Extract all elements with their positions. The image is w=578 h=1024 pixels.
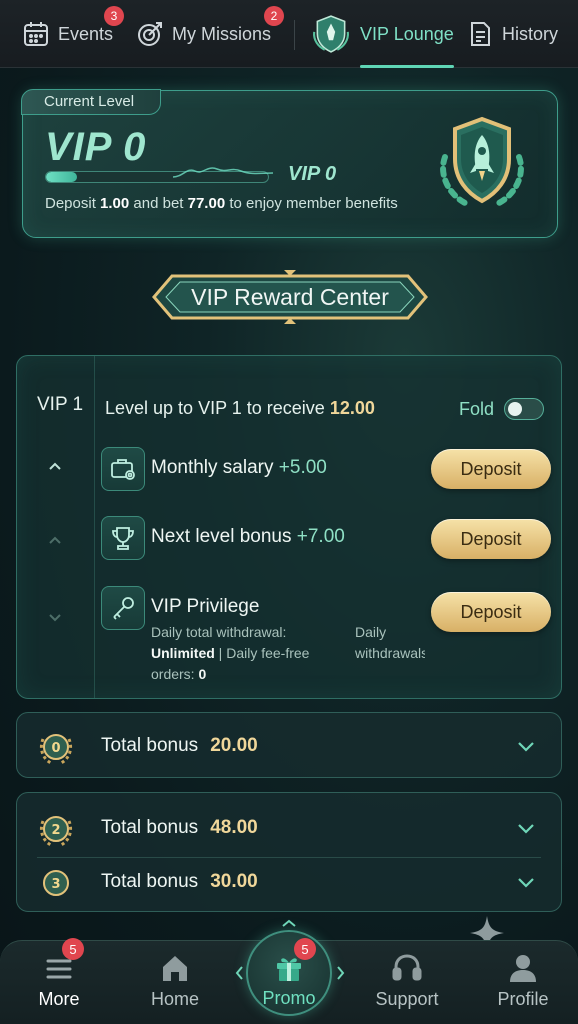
vip-privilege-label: VIP Privilege bbox=[151, 596, 260, 617]
tab-events[interactable]: Events 3 bbox=[22, 0, 124, 68]
bonus-row-vip0[interactable]: 0 Total bonus 20.00 bbox=[17, 719, 561, 773]
vip1-reward-panel: VIP 1 Level up to VIP 1 to receive 12.00… bbox=[16, 355, 562, 699]
progress-glow-wave bbox=[173, 167, 273, 178]
next-level-bonus-amount: +7.00 bbox=[296, 526, 345, 547]
nav-promo[interactable]: Promo bbox=[244, 950, 334, 1009]
fold-switch[interactable] bbox=[504, 398, 545, 420]
tab-my-missions-label: My Missions bbox=[172, 23, 272, 44]
tab-history-label: History bbox=[502, 23, 559, 44]
user-icon bbox=[510, 955, 536, 982]
tab-vip-lounge[interactable]: VIP Lounge bbox=[310, 0, 454, 68]
next-level-bonus-label: Next level bonus +7.00 bbox=[151, 526, 345, 547]
top-tab-bar: Events 3 My Missions 2 VIP Lounge Histor… bbox=[0, 0, 578, 68]
reward-row-vip-privilege: VIP Privilege Deposit Daily total withdr… bbox=[101, 586, 551, 682]
current-vip-level: VIP 0 bbox=[45, 125, 147, 169]
nav-home[interactable]: Home bbox=[130, 951, 220, 1010]
vip-shield-icon bbox=[313, 15, 349, 53]
promo-chevron-right-icon[interactable] bbox=[336, 964, 346, 982]
svg-text:3: 3 bbox=[51, 877, 60, 892]
home-icon bbox=[163, 956, 187, 981]
monthly-salary-amount: +5.00 bbox=[278, 457, 327, 478]
tab-vip-lounge-label: VIP Lounge bbox=[360, 23, 454, 44]
deposit-amount: 1.00 bbox=[100, 195, 130, 212]
events-badge: 3 bbox=[104, 6, 124, 26]
chevron-down-icon[interactable] bbox=[515, 735, 537, 757]
bonus-group-vip0[interactable]: 0 Total bonus 20.00 bbox=[16, 712, 562, 778]
calendar-icon bbox=[24, 22, 48, 46]
level-sidebar: VIP 1 bbox=[17, 356, 95, 698]
level-up-heading: Level up to VIP 1 to receive 12.00 bbox=[105, 398, 375, 418]
fold-switch-knob bbox=[508, 402, 523, 416]
vip-reward-center-banner: VIP Reward Center bbox=[150, 268, 430, 326]
bet-amount: 77.00 bbox=[187, 195, 226, 212]
nav-home-label: Home bbox=[150, 989, 199, 1009]
tab-history[interactable]: History bbox=[466, 0, 558, 68]
vip2-medal-icon: 2 bbox=[39, 816, 73, 847]
svg-text:0: 0 bbox=[51, 741, 60, 756]
nav-more[interactable]: More bbox=[14, 951, 104, 1010]
target-icon bbox=[138, 22, 162, 46]
tab-events-label: Events bbox=[58, 23, 114, 44]
banner-title: VIP Reward Center bbox=[191, 283, 389, 310]
group-divider bbox=[37, 857, 541, 858]
chevron-down-icon[interactable] bbox=[515, 871, 537, 893]
svg-text:2: 2 bbox=[51, 823, 60, 838]
reward-row-monthly-salary: Monthly salary +5.00 Deposit bbox=[101, 447, 551, 491]
reward-row-next-level-bonus: Next level bonus +7.00 Deposit bbox=[101, 516, 551, 560]
privilege-column2: Daily withdrawals bbox=[355, 624, 425, 661]
promo-chevron-up-icon bbox=[282, 919, 296, 927]
missions-badge: 2 bbox=[264, 6, 284, 26]
active-tab-underline bbox=[360, 65, 454, 68]
privilege-line2: Unlimited | Daily fee-free bbox=[151, 645, 310, 661]
privilege-line1: Daily total withdrawal: bbox=[151, 624, 287, 640]
nav-support-label: Support bbox=[375, 989, 439, 1009]
vip3-medal-icon: 3 bbox=[43, 870, 69, 896]
fold-toggle[interactable]: Fold bbox=[459, 398, 545, 420]
briefcase-gear-icon bbox=[101, 447, 145, 491]
promo-chevron-left-icon[interactable] bbox=[234, 964, 244, 982]
level-requirement-text: Deposit 1.00 and bet 77.00 to enjoy memb… bbox=[45, 195, 398, 212]
vip-privilege-details: Daily total withdrawal: Unlimited | Dail… bbox=[151, 622, 501, 685]
bonus-row-vip2[interactable]: 2 Total bonus 48.00 bbox=[17, 801, 561, 855]
current-level-label: Current Level bbox=[21, 89, 162, 115]
vip-rocket-shield-emblem bbox=[440, 116, 524, 206]
more-badge: 5 bbox=[62, 938, 84, 960]
next-level-bonus-deposit-button[interactable]: Deposit bbox=[431, 519, 551, 559]
vip0-total-bonus: Total bonus 20.00 bbox=[101, 735, 258, 756]
tab-divider bbox=[294, 20, 295, 50]
chevron-down-faded-icon[interactable] bbox=[47, 612, 63, 624]
tab-my-missions[interactable]: My Missions 2 bbox=[136, 0, 284, 68]
chevron-up-icon[interactable] bbox=[47, 460, 63, 472]
nav-more-label: More bbox=[38, 989, 80, 1009]
vip2-total-bonus: Total bonus 48.00 bbox=[101, 817, 258, 838]
nav-promo-label: Promo bbox=[262, 988, 316, 1008]
nav-support[interactable]: Support bbox=[362, 951, 452, 1010]
key-icon bbox=[101, 586, 145, 630]
monthly-salary-label: Monthly salary +5.00 bbox=[151, 457, 327, 478]
chevron-down-icon[interactable] bbox=[515, 817, 537, 839]
current-level-card: Current Level VIP 0 VIP 0 Deposit 1.00 a… bbox=[21, 89, 558, 238]
trophy-icon bbox=[101, 516, 145, 560]
vip3-total-bonus: Total bonus 30.00 bbox=[101, 871, 258, 892]
level-up-amount: 12.00 bbox=[329, 398, 375, 418]
document-icon bbox=[471, 22, 490, 46]
nav-profile-label: Profile bbox=[497, 989, 549, 1009]
next-vip-level: VIP 0 bbox=[288, 163, 337, 185]
chevron-up-faded-icon[interactable] bbox=[47, 534, 63, 546]
vip1-level-label: VIP 1 bbox=[37, 394, 84, 415]
level-progress-fill bbox=[46, 172, 78, 182]
promo-badge: 5 bbox=[294, 938, 316, 960]
nav-profile[interactable]: Profile bbox=[478, 951, 568, 1010]
bonus-row-vip3[interactable]: 3 Total bonus 30.00 bbox=[17, 859, 561, 913]
monthly-salary-deposit-button[interactable]: Deposit bbox=[431, 449, 551, 489]
bonus-group-vip2-vip3: 2 Total bonus 48.00 3 Total bonus 30.00 bbox=[16, 792, 562, 912]
headset-icon bbox=[392, 954, 422, 981]
privilege-line3: orders: 0 bbox=[151, 666, 207, 682]
fold-label: Fold bbox=[459, 398, 495, 419]
vip0-medal-icon: 0 bbox=[39, 734, 73, 765]
